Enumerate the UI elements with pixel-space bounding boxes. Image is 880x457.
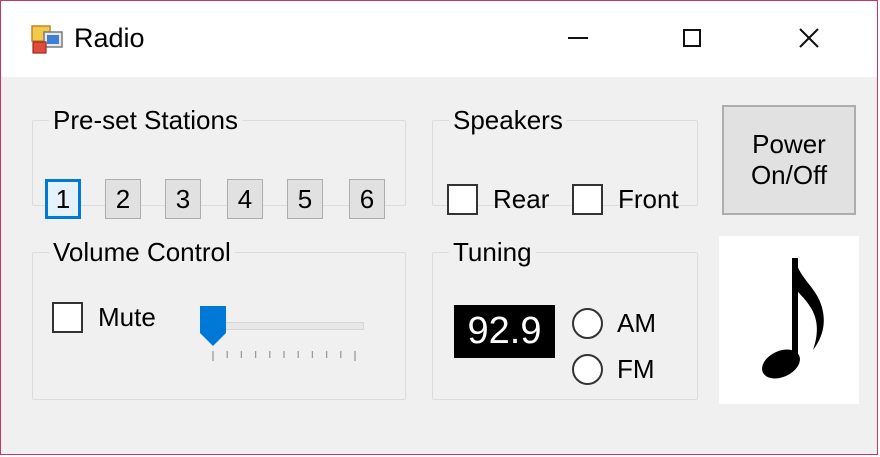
mute-label: Mute bbox=[98, 302, 156, 332]
music-note-icon bbox=[762, 258, 824, 379]
volume-slider-track[interactable] bbox=[205, 322, 364, 330]
front-label: Front bbox=[618, 184, 679, 214]
preset-button-3[interactable]: 3 bbox=[165, 179, 201, 219]
mute-checkbox-box[interactable] bbox=[52, 302, 83, 333]
window-title: Radio bbox=[74, 23, 145, 53]
rear-checkbox[interactable]: Rear bbox=[447, 184, 549, 215]
volume-slider-ticks bbox=[212, 351, 356, 361]
minimize-icon bbox=[568, 37, 588, 39]
preset-button-5[interactable]: 5 bbox=[287, 179, 323, 219]
power-button[interactable]: Power On/Off bbox=[722, 105, 856, 215]
radio-app-icon bbox=[31, 25, 63, 54]
preset-stations-group: Pre-set Stations 1 2 3 4 5 6 bbox=[32, 105, 406, 219]
speakers-legend: Speakers bbox=[453, 105, 563, 135]
rear-label: Rear bbox=[493, 184, 550, 214]
mute-checkbox[interactable]: Mute bbox=[52, 302, 156, 333]
preset-button-2[interactable]: 2 bbox=[105, 179, 141, 219]
preset-stations-legend: Pre-set Stations bbox=[53, 105, 238, 135]
rear-checkbox-box[interactable] bbox=[447, 184, 478, 215]
am-radio-circle[interactable] bbox=[572, 308, 603, 339]
volume-control-group: Volume Control Mute bbox=[32, 237, 406, 400]
am-label: AM bbox=[617, 308, 656, 338]
front-checkbox[interactable]: Front bbox=[572, 184, 679, 215]
title-bar[interactable]: Radio bbox=[1, 1, 877, 77]
am-radio[interactable]: AM bbox=[572, 308, 656, 339]
preset-button-1[interactable]: 1 bbox=[45, 179, 81, 219]
volume-control-legend: Volume Control bbox=[53, 237, 231, 267]
fm-radio[interactable]: FM bbox=[572, 354, 655, 385]
maximize-icon bbox=[683, 29, 701, 47]
fm-radio-circle[interactable] bbox=[572, 354, 603, 385]
preset-button-6[interactable]: 6 bbox=[349, 179, 385, 219]
radio-window: Radio Pre-set Stations 1 2 3 4 5 6 Speak… bbox=[0, 0, 878, 455]
close-button[interactable] bbox=[774, 15, 844, 61]
tuning-group: Tuning 92.9 AM FM bbox=[432, 237, 698, 400]
volume-slider[interactable] bbox=[199, 305, 369, 365]
speakers-group: Speakers Rear Front bbox=[432, 105, 698, 215]
minimize-button[interactable] bbox=[543, 15, 613, 61]
fm-label: FM bbox=[617, 354, 655, 384]
frequency-display: 92.9 bbox=[454, 305, 555, 358]
power-label-line1: Power bbox=[752, 129, 826, 159]
power-label-line2: On/Off bbox=[750, 160, 828, 190]
music-note-picture bbox=[719, 236, 859, 404]
front-checkbox-box[interactable] bbox=[572, 184, 603, 215]
volume-slider-thumb[interactable] bbox=[199, 305, 227, 347]
tuning-legend: Tuning bbox=[453, 237, 532, 267]
preset-button-4[interactable]: 4 bbox=[227, 179, 263, 219]
close-icon bbox=[799, 28, 819, 48]
maximize-button[interactable] bbox=[657, 15, 727, 61]
